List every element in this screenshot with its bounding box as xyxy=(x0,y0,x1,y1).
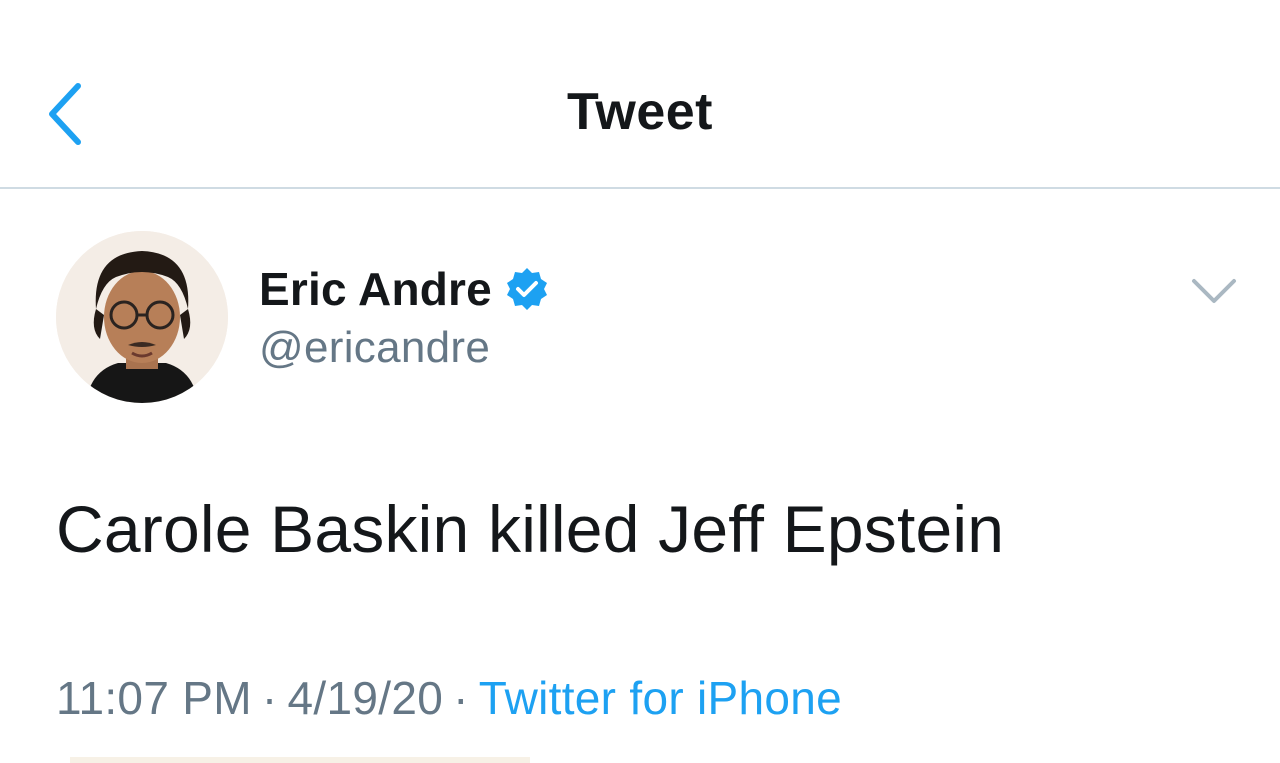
tweet-date: 4/19/20 xyxy=(287,672,444,724)
tweet-card: Eric Andre @ericandre Carole Baskin kill… xyxy=(0,189,1280,763)
tweet-source-link[interactable]: Twitter for iPhone xyxy=(479,672,842,724)
bottom-edge xyxy=(70,757,530,763)
avatar[interactable] xyxy=(56,231,228,403)
avatar-photo xyxy=(56,231,228,403)
meta-separator: · xyxy=(261,672,278,724)
page-title: Tweet xyxy=(566,83,713,141)
tweet-time: 11:07 PM xyxy=(56,672,252,724)
author-name[interactable]: Eric Andre xyxy=(259,262,492,316)
verified-badge-icon xyxy=(506,268,547,310)
tweet-text: Carole Baskin killed Jeff Epstein xyxy=(56,492,1005,566)
author-name-row[interactable]: Eric Andre xyxy=(259,259,550,319)
tweet-menu-button[interactable] xyxy=(1186,271,1242,311)
meta-separator: · xyxy=(453,672,469,724)
author-handle[interactable]: @ericandre xyxy=(259,323,490,373)
navigation-bar: Tweet xyxy=(0,0,1280,189)
chevron-down-icon xyxy=(1192,279,1236,303)
tweet-metadata: 11:07 PM · 4/19/20 · Twitter for iPhone xyxy=(56,671,842,725)
